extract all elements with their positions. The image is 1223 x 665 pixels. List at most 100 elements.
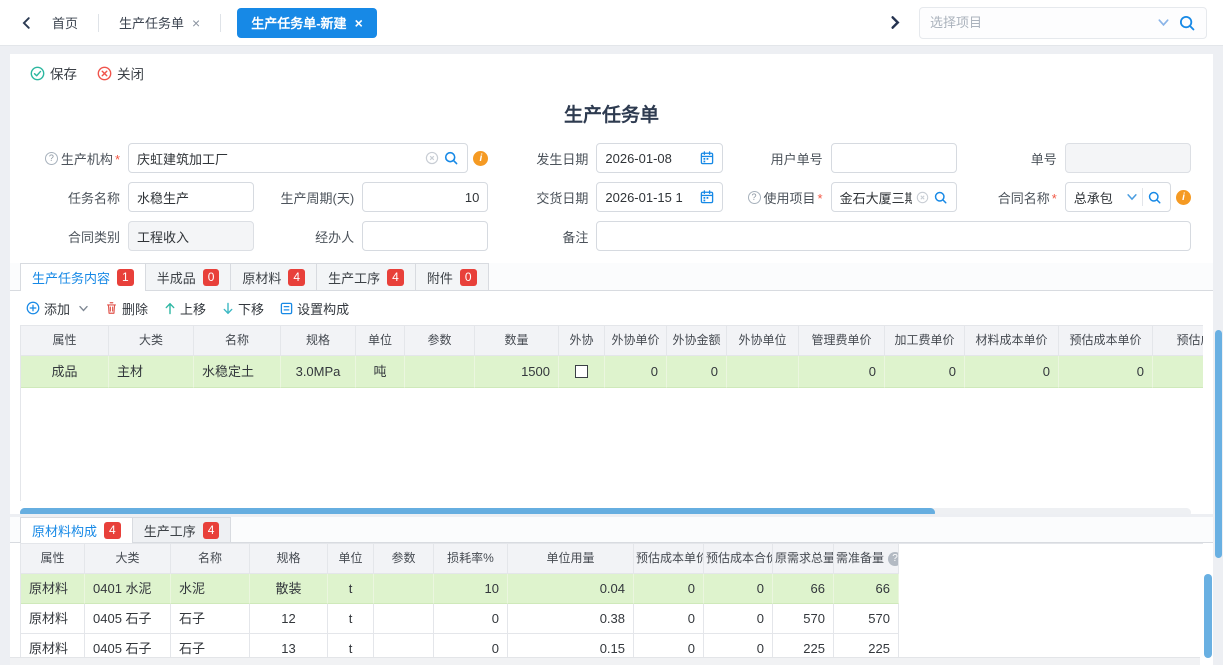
cell[interactable]: 0: [885, 356, 965, 388]
delete-button[interactable]: 删除: [105, 299, 148, 318]
cell[interactable]: 0: [434, 604, 508, 634]
cell[interactable]: 12: [250, 604, 328, 634]
column-header[interactable]: 损耗率%: [434, 544, 508, 574]
calendar-icon[interactable]: [700, 190, 714, 204]
cell[interactable]: 0: [799, 356, 885, 388]
cell[interactable]: 0: [634, 604, 704, 634]
column-header[interactable]: 属性: [21, 544, 85, 574]
cell[interactable]: 水稳定土: [194, 356, 281, 388]
table-row[interactable]: 成品主材水稳定土3.0MPa吨1500000000: [21, 356, 1203, 388]
calendar-icon[interactable]: [700, 151, 714, 165]
cell[interactable]: 0405 石子: [85, 604, 171, 634]
move-down-button[interactable]: 下移: [222, 299, 264, 318]
info-icon[interactable]: i: [473, 151, 488, 166]
cell[interactable]: 吨: [356, 356, 405, 388]
add-button[interactable]: 添加: [26, 299, 89, 318]
close-tab-icon[interactable]: ×: [355, 15, 363, 31]
cell[interactable]: 66: [834, 574, 899, 604]
chevron-down-icon[interactable]: [1126, 191, 1138, 203]
column-header[interactable]: 数量: [475, 326, 559, 356]
org-input[interactable]: 庆虹建筑加工厂: [128, 143, 468, 173]
remark-input[interactable]: [596, 221, 1191, 251]
project-input[interactable]: 金石大厦三期: [831, 182, 957, 212]
column-header[interactable]: 单位用量: [508, 544, 634, 574]
column-header[interactable]: 参数: [405, 326, 475, 356]
cell[interactable]: [405, 356, 475, 388]
cell[interactable]: t: [328, 574, 374, 604]
cell[interactable]: 0: [605, 356, 667, 388]
search-icon[interactable]: [933, 190, 948, 205]
cell[interactable]: [374, 604, 434, 634]
cell[interactable]: [727, 356, 799, 388]
help-icon[interactable]: ?: [45, 152, 58, 165]
save-button[interactable]: 保存: [30, 63, 77, 83]
cell[interactable]: 主材: [109, 356, 194, 388]
column-header[interactable]: 外协金额: [667, 326, 727, 356]
tab-raw-materials[interactable]: 原材料4: [231, 263, 317, 290]
column-header[interactable]: 大类: [85, 544, 171, 574]
column-header[interactable]: 单位: [328, 544, 374, 574]
page-vertical-scrollbar-thumb[interactable]: [1215, 330, 1222, 558]
cell[interactable]: 570: [834, 604, 899, 634]
cell[interactable]: t: [328, 604, 374, 634]
cell[interactable]: 石子: [171, 604, 250, 634]
column-header[interactable]: 外协单位: [727, 326, 799, 356]
column-header[interactable]: 外协单价: [605, 326, 667, 356]
move-up-button[interactable]: 上移: [164, 299, 206, 318]
column-header[interactable]: 单位: [356, 326, 405, 356]
column-header[interactable]: 外协: [559, 326, 605, 356]
column-header[interactable]: 预估成本单价: [1059, 326, 1153, 356]
contract-name-select[interactable]: 总承包: [1065, 182, 1171, 212]
close-button[interactable]: 关闭: [97, 63, 144, 83]
cell[interactable]: [559, 356, 605, 388]
cell[interactable]: [1153, 356, 1203, 388]
issue-date-input[interactable]: 2026-01-08: [596, 143, 722, 173]
column-header[interactable]: 参数: [374, 544, 434, 574]
search-icon[interactable]: [443, 150, 459, 166]
cell[interactable]: [374, 574, 434, 604]
cell[interactable]: 原材料: [21, 574, 85, 604]
help-icon[interactable]: ?: [888, 552, 899, 566]
cell[interactable]: 原材料: [21, 604, 85, 634]
chevron-down-icon[interactable]: [1157, 16, 1170, 29]
cell[interactable]: 10: [434, 574, 508, 604]
info-icon[interactable]: i: [1176, 190, 1191, 205]
tabs-scroll-right-icon[interactable]: [883, 12, 905, 34]
search-icon[interactable]: [1147, 190, 1162, 205]
cell[interactable]: 3.0MPa: [281, 356, 356, 388]
tab-work-procedure-bottom[interactable]: 生产工序4: [133, 517, 232, 542]
cell[interactable]: 570: [773, 604, 834, 634]
cell[interactable]: 0: [965, 356, 1059, 388]
column-header[interactable]: 预估成本单价: [634, 544, 704, 574]
cell[interactable]: 0: [634, 574, 704, 604]
clear-icon[interactable]: [916, 191, 929, 204]
cell[interactable]: 0: [667, 356, 727, 388]
column-header[interactable]: 材料成本单价: [965, 326, 1059, 356]
cell[interactable]: 散装: [250, 574, 328, 604]
column-header[interactable]: 加工费单价: [885, 326, 965, 356]
cell[interactable]: 0.38: [508, 604, 634, 634]
tab-production-task-list[interactable]: 生产任务单 ×: [105, 8, 214, 38]
tab-task-content[interactable]: 生产任务内容1: [20, 263, 146, 291]
column-header[interactable]: 名称: [171, 544, 250, 574]
delivery-date-input[interactable]: 2026-01-15 1: [596, 182, 722, 212]
column-header[interactable]: 规格: [250, 544, 328, 574]
column-header[interactable]: 管理费单价: [799, 326, 885, 356]
column-header[interactable]: 预估成本合价: [1153, 326, 1203, 356]
table-row[interactable]: 原材料0405 石子石子12t00.3800570570: [21, 604, 1203, 634]
project-select[interactable]: [919, 7, 1207, 39]
clear-icon[interactable]: [425, 151, 439, 165]
user-no-input[interactable]: [831, 143, 957, 173]
column-header[interactable]: 需准备量?: [834, 544, 899, 574]
cell[interactable]: 0: [704, 604, 773, 634]
column-header[interactable]: 属性: [21, 326, 109, 356]
column-header[interactable]: 原需求总量: [773, 544, 834, 574]
close-tab-icon[interactable]: ×: [192, 15, 200, 31]
tab-production-task-new[interactable]: 生产任务单-新建 ×: [237, 8, 377, 38]
tab-home[interactable]: 首页: [38, 8, 92, 38]
column-header[interactable]: 规格: [281, 326, 356, 356]
cell[interactable]: 0401 水泥: [85, 574, 171, 604]
cell[interactable]: 0: [704, 574, 773, 604]
column-header[interactable]: 预估成本合价: [704, 544, 773, 574]
tab-material-composition[interactable]: 原材料构成4: [20, 517, 133, 543]
